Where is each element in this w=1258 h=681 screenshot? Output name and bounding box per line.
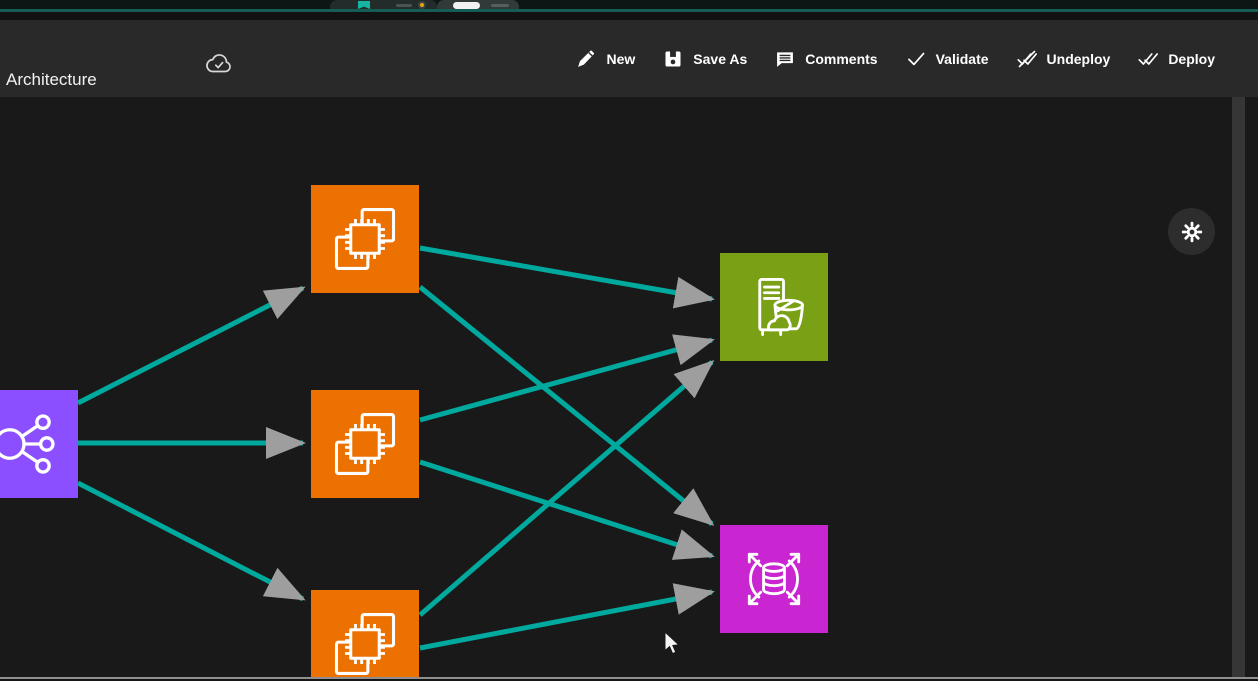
node-storage[interactable] bbox=[720, 253, 828, 361]
browser-tab-strip bbox=[0, 0, 1258, 9]
diagram-edges-layer bbox=[0, 97, 1258, 681]
node-ec2-instance-3[interactable] bbox=[311, 590, 419, 681]
comments-icon bbox=[775, 49, 795, 69]
diagram-canvas[interactable] bbox=[0, 97, 1258, 681]
check-icon bbox=[906, 49, 926, 69]
validate-button[interactable]: Validate bbox=[906, 49, 989, 69]
tab-badge-icon bbox=[418, 1, 426, 9]
save-as-button[interactable]: Save As bbox=[663, 49, 747, 69]
load-balancer-icon bbox=[0, 406, 62, 482]
database-scale-icon bbox=[736, 541, 812, 617]
save-as-label: Save As bbox=[693, 51, 747, 67]
node-load-balancer[interactable] bbox=[0, 390, 78, 498]
pencil-icon bbox=[576, 49, 596, 69]
vertical-scrollbar-thumb[interactable] bbox=[1232, 97, 1245, 677]
edge-ec2-instance-1-to-database bbox=[420, 287, 712, 524]
validate-label: Validate bbox=[936, 51, 989, 67]
save-icon bbox=[663, 49, 683, 69]
edge-ec2-instance-3-to-storage bbox=[420, 362, 712, 615]
storage-bucket-icon bbox=[736, 269, 812, 345]
tab-pill-icon bbox=[453, 2, 480, 9]
toolbar: New Save As Comments bbox=[576, 20, 1215, 97]
tab-title-fragment bbox=[491, 4, 509, 7]
double-check-icon bbox=[1138, 49, 1158, 69]
browser-tab-fragment[interactable] bbox=[330, 0, 437, 9]
canvas-bottom-border bbox=[0, 677, 1258, 679]
ec2-instances-icon bbox=[327, 406, 403, 482]
tab-favicon-icon bbox=[358, 1, 370, 9]
edge-load-balancer-to-ec2-instance-3 bbox=[78, 483, 303, 599]
edge-ec2-instance-2-to-database bbox=[420, 462, 712, 556]
new-button[interactable]: New bbox=[576, 49, 635, 69]
cloud-check-icon bbox=[205, 52, 233, 76]
undeploy-label: Undeploy bbox=[1047, 51, 1111, 67]
tab-title-fragment bbox=[396, 4, 412, 7]
node-ec2-instance-1[interactable] bbox=[311, 185, 419, 293]
ec2-instances-icon bbox=[327, 201, 403, 277]
undeploy-button[interactable]: Undeploy bbox=[1017, 49, 1111, 69]
edge-load-balancer-to-ec2-instance-1 bbox=[78, 288, 303, 403]
deploy-button[interactable]: Deploy bbox=[1138, 49, 1215, 69]
node-database[interactable] bbox=[720, 525, 828, 633]
edge-ec2-instance-3-to-database bbox=[420, 592, 712, 648]
ec2-instances-icon bbox=[327, 606, 403, 681]
app-window: New Save As Comments bbox=[0, 0, 1258, 681]
canvas-settings-button[interactable] bbox=[1168, 208, 1215, 255]
new-label: New bbox=[606, 51, 635, 67]
editor-header: New Save As Comments bbox=[0, 20, 1258, 97]
comments-button[interactable]: Comments bbox=[775, 49, 877, 69]
double-check-slash-icon bbox=[1017, 49, 1037, 69]
comments-label: Comments bbox=[805, 51, 877, 67]
edge-ec2-instance-1-to-storage bbox=[420, 248, 712, 299]
browser-tab-fragment-2[interactable] bbox=[437, 0, 519, 9]
window-gap bbox=[0, 12, 1258, 20]
diagram-title-input[interactable] bbox=[4, 70, 200, 98]
edge-ec2-instance-2-to-storage bbox=[420, 340, 712, 420]
deploy-label: Deploy bbox=[1168, 51, 1215, 67]
gear-icon bbox=[1180, 220, 1204, 244]
node-ec2-instance-2[interactable] bbox=[311, 390, 419, 498]
